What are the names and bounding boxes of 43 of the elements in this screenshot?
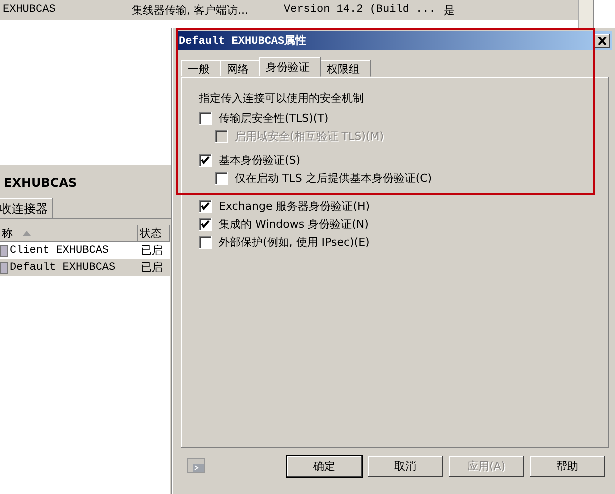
tab[interactable]: 网络 [220,60,260,77]
column-header[interactable]: 状态 [138,225,170,241]
table-cell: 已启 [141,260,163,275]
connector-icon [0,244,8,256]
panel-tab[interactable]: 收连接器 [0,198,53,218]
table-cell-text: EXHUBCAS [3,4,57,16]
column-header[interactable]: 称 [0,225,138,241]
checkbox[interactable] [199,200,212,212]
checkbox[interactable] [199,236,212,248]
window-title: Default EXHUBCAS属性 [179,34,307,48]
connector-row[interactable]: Client EXHUBCAS 已启 [0,242,170,259]
scrollbar[interactable] [578,0,594,28]
option-label: 集成的 Windows 身份验证(N) [219,216,369,232]
checkbox[interactable] [199,218,212,230]
option-label: 启用域安全(相互验证 TLS)(M) [235,128,384,144]
table-cell-text: Client EXHUBCAS [10,244,110,256]
tab[interactable]: 权限组 [320,60,371,77]
panel-title: EXHUBCAS [3,175,78,192]
list-row[interactable]: EXHUBCAS 集线器传输, 客户端访... Version 14.2 (Build ... 是 [0,0,578,20]
checkbox[interactable] [199,112,212,124]
table-cell: 是 [444,2,455,18]
close-icon [598,36,606,44]
connector-row[interactable]: Default EXHUBCAS 已启 [0,259,170,276]
group-label: 指定传入连接可以使用的安全机制 [199,91,365,106]
sort-icon [23,230,31,236]
dialog-button[interactable]: 帮助 [530,456,605,477]
checkbox[interactable] [199,154,212,166]
option-label: 传输层安全性(TLS)(T) [219,110,329,126]
checkbox[interactable] [215,172,228,184]
option-label: 仅在启动 TLS 之后提供基本身份验证(C) [235,170,432,186]
dialog-button[interactable]: 取消 [368,456,443,477]
table-cell-text: Default EXHUBCAS [10,262,117,274]
option-label: 外部保护(例如, 使用 IPsec)(E) [219,234,370,250]
close-button[interactable] [594,34,610,48]
option-label: Exchange 服务器身份验证(H) [219,198,370,214]
tab[interactable]: 身份验证 [259,57,321,77]
table-cell-text: 集线器传输, 客户端访... [132,2,250,18]
table-cell-text: Version 14.2 (Build ... [284,4,437,16]
dialog-button[interactable]: 确定 [287,456,362,477]
option-label: 基本身份验证(S) [219,152,301,168]
table-cell: 已启 [141,243,163,258]
connector-icon [0,262,8,274]
tab[interactable]: 一般 [181,60,221,77]
